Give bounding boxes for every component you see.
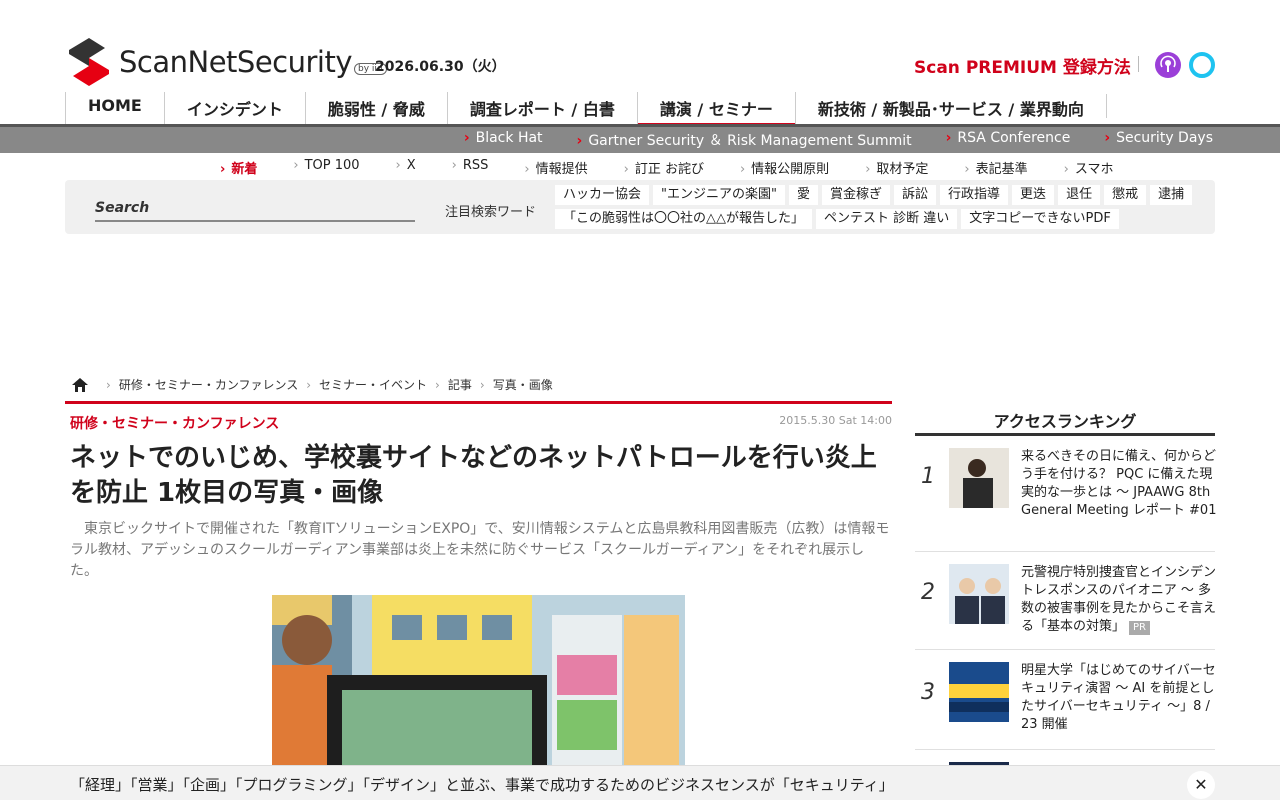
breadcrumb-separator: ›	[435, 377, 440, 392]
rank-number: 1	[921, 464, 935, 489]
article-lead: 東京ビックサイトで開催された「教育ITソリューションEXPO」で、安川情報システ…	[70, 521, 890, 579]
nav-end-divider	[1105, 94, 1107, 118]
rank-title: 元警視庁特別捜査官とインシデントレスポンスのパイオニア ～ 多数の被害事例を見た…	[1021, 565, 1217, 635]
header-date: 2026.06.30（火）	[375, 59, 506, 75]
article-date: 2015.5.30 Sat 14:00	[779, 414, 892, 427]
keyword-tag[interactable]: 逮捕	[1150, 185, 1193, 205]
keyword-tag[interactable]: 訴訟	[894, 185, 937, 205]
nav-vulnerability[interactable]: 脆弱性 / 脅威	[304, 92, 447, 124]
util-link-tips[interactable]: › 情報提供	[524, 158, 587, 177]
breadcrumb-item[interactable]: 記事	[448, 376, 472, 393]
event-bar: › Black Hat › Gartner Security ＆ Risk Mana…	[0, 124, 1280, 153]
keyword-tag[interactable]: ハッカー協会	[555, 185, 650, 205]
chevron-right-icon: ›	[1104, 130, 1111, 146]
premium-link[interactable]: Scan PREMIUM 登録方法	[914, 53, 1131, 78]
rank-title: 明星大学「はじめてのサイバーセキュリティ演習 ～ AI を前提としたサイバーセキ…	[1021, 663, 1216, 732]
rank-number: 3	[921, 680, 935, 705]
exhibition-photo-image	[272, 595, 685, 770]
article-category[interactable]: 研修・セミナー・カンファレンス	[70, 413, 279, 433]
keyword-tag[interactable]: "エンジニアの楽園"	[653, 185, 785, 205]
rank-thumbnail	[949, 448, 1009, 508]
chevron-right-icon: ›	[964, 162, 970, 177]
chevron-right-icon: ›	[293, 158, 299, 173]
close-button[interactable]: ✕	[1187, 771, 1215, 799]
util-link-rss[interactable]: › RSS	[452, 158, 489, 177]
util-link-mobile[interactable]: › スマホ	[1064, 158, 1114, 177]
breadcrumb-item: 写真・画像	[492, 378, 553, 392]
rank-thumbnail	[949, 662, 1009, 722]
ranking-item[interactable]: 3 明星大学「はじめてのサイバーセキュリティ演習 ～ AI を前提としたサイバー…	[915, 650, 1216, 750]
keyword-tag[interactable]: 退任	[1058, 185, 1101, 205]
keyword-tag[interactable]: ペンテスト 診断 違い	[816, 209, 958, 229]
bottom-banner-text[interactable]: 「経理」「営業」「企画」「プログラミング」「デザイン」と並ぶ、事業で成功するため…	[70, 774, 894, 795]
pr-badge: PR	[1129, 621, 1150, 635]
nav-home[interactable]: HOME	[65, 92, 164, 124]
util-link-corrections[interactable]: › 訂正 お詫び	[624, 158, 704, 177]
event-link-blackhat[interactable]: › Black Hat	[464, 130, 543, 150]
nav-incident[interactable]: インシデント	[163, 92, 305, 124]
nav-new-tech[interactable]: 新技術 / 新製品･サービス / 業界動向	[794, 92, 1106, 124]
breadcrumb-separator: ›	[479, 377, 485, 392]
chevron-right-icon: ›	[576, 133, 583, 149]
breadcrumb-item[interactable]: 研修・セミナー・カンファレンス	[119, 376, 298, 393]
chevron-right-icon: ›	[739, 162, 746, 177]
logo-mark-icon	[69, 38, 109, 86]
util-link-top100[interactable]: › TOP 100	[293, 158, 359, 177]
breadcrumb-separator: ›	[106, 377, 111, 392]
util-link-new[interactable]: › 新着	[220, 158, 257, 177]
site-header: ScanNetSecurity by iid 2026.06.30（火） Sca…	[0, 0, 1280, 126]
chevron-right-icon: ›	[463, 130, 470, 146]
alexa-icon[interactable]	[1189, 52, 1215, 78]
article-title: ネットでのいじめ、学校裏サイトなどのネットパトロールを行い炎上を防止 1枚目の写…	[70, 443, 877, 508]
chevron-right-icon: ›	[451, 158, 457, 173]
chevron-right-icon: ›	[623, 162, 629, 177]
util-link-x[interactable]: › X	[396, 158, 416, 177]
nav-report[interactable]: 調査レポート / 白書	[446, 92, 637, 124]
bottom-banner[interactable]: 「経理」「営業」「企画」「プログラミング」「デザイン」と並ぶ、事業で成功するため…	[0, 765, 1280, 800]
keyword-tag[interactable]: 文字コピーできないPDF	[961, 209, 1119, 229]
utility-links: › 新着 › TOP 100 › X › RSS › 情報提供 › 訂正 お詫び › 情報公開…	[220, 158, 1149, 177]
keyword-tag[interactable]: 行政指導	[940, 185, 1009, 205]
article-top-rule	[65, 401, 892, 404]
util-link-style[interactable]: › 表記基準	[964, 158, 1027, 177]
ranking-item[interactable]: 2 元警視庁特別捜査官とインシデントレスポンスのパイオニア ～ 多数の被害事例を…	[915, 552, 1217, 650]
util-link-disclosure[interactable]: › 情報公開原則	[740, 158, 829, 177]
keywords-label: 注目検索ワード	[445, 205, 537, 220]
podcast-icon[interactable]	[1155, 52, 1181, 78]
chevron-right-icon: ›	[865, 162, 871, 177]
chevron-right-icon: ›	[220, 162, 226, 177]
search-input[interactable]	[95, 196, 415, 222]
chevron-right-icon: ›	[395, 158, 401, 173]
chevron-right-icon: ›	[1063, 162, 1069, 177]
ranking-title: アクセスランキング	[993, 412, 1137, 431]
chevron-right-icon: ›	[524, 162, 530, 177]
chevron-right-icon: ›	[945, 130, 952, 146]
event-link-gartner[interactable]: › Gartner Security ＆ Risk Management Summ…	[577, 130, 912, 150]
home-icon[interactable]	[72, 377, 88, 392]
rank-number: 2	[921, 580, 935, 605]
keyword-tag[interactable]: 賞金稼ぎ	[822, 185, 891, 205]
breadcrumb-separator: ›	[306, 377, 312, 392]
main-nav: HOME インシデント 脆弱性 / 脅威 調査レポート / 白書 講演 / セミ…	[65, 92, 1107, 126]
keyword-tag[interactable]: 更迭	[1012, 185, 1055, 205]
keyword-list: ハッカー協会 "エンジニアの楽園" 愛 賞金稼ぎ 訴訟 行政指導 更迭 退任 懲…	[555, 185, 1205, 233]
rank-title: 来るべきその日に備え、何からどう手を付ける？ PQC に備えた現実的な一歩とは …	[1021, 449, 1217, 518]
breadcrumb: › 研修・セミナー・カンファレンス › セミナー・イベント › 記事 › 写真・…	[72, 376, 553, 393]
event-link-security-days[interactable]: › Security Days	[1104, 130, 1213, 150]
event-link-rsa[interactable]: › RSA Conference	[946, 130, 1071, 150]
util-link-schedule[interactable]: › 取材予定	[865, 158, 928, 177]
ranking-item[interactable]: 1 来るべきその日に備え、何からどう手を付ける？ PQC に備えた現実的な一歩と…	[915, 436, 1217, 552]
keyword-tag[interactable]: 懲戒	[1104, 185, 1147, 205]
keyword-tag[interactable]: 愛	[788, 185, 818, 205]
header-separator	[1138, 56, 1139, 72]
search-panel: 注目検索ワード ハッカー協会 "エンジニアの楽園" 愛 賞金稼ぎ 訴訟 行政指導…	[65, 180, 1215, 234]
logo-text: ScanNetSecurity	[119, 45, 353, 79]
nav-seminar[interactable]: 講演 / セミナー	[636, 92, 795, 126]
keyword-tag[interactable]: 「この脆弱性は〇〇社の△△が報告した」	[555, 209, 812, 229]
breadcrumb-item[interactable]: セミナー・イベント	[319, 376, 427, 393]
site-logo[interactable]: ScanNetSecurity by iid	[65, 36, 387, 88]
article-photo[interactable]	[272, 595, 685, 770]
rank-thumbnail	[949, 564, 1009, 624]
